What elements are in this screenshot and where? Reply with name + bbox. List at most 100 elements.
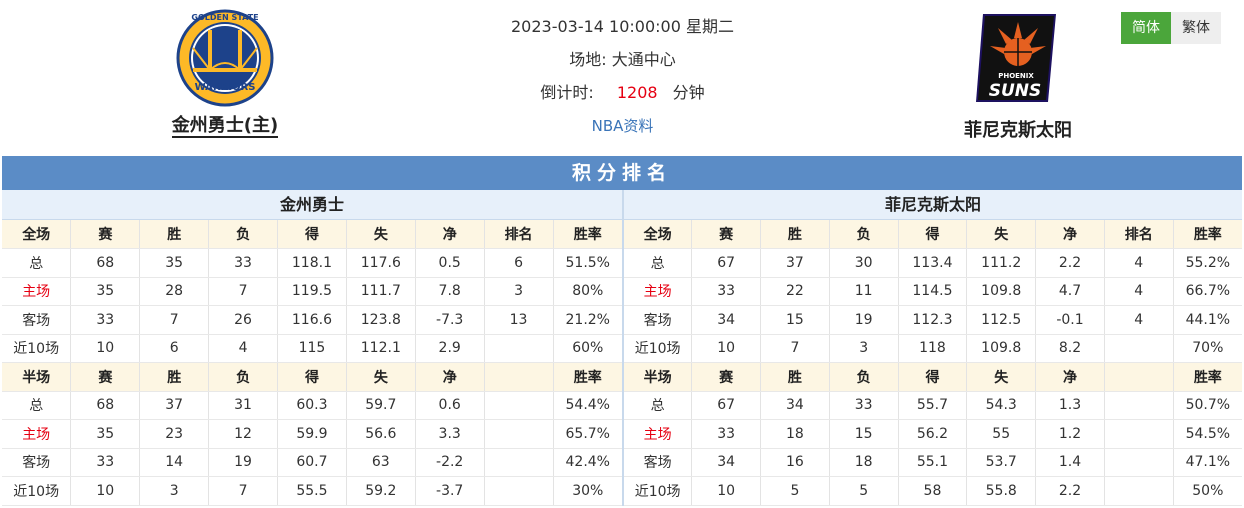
away-cell: 负 xyxy=(829,220,899,249)
home-table-row: 近10场 10 6 4 115 112.1 2.9 60% xyxy=(2,334,622,363)
home-cell: 近10场 xyxy=(2,334,72,363)
suns-logo-icon: PHOENIX SUNS xyxy=(976,14,1056,102)
home-cell: 51.5% xyxy=(553,248,622,278)
traditional-chinese-button[interactable]: 繁体 xyxy=(1171,12,1221,44)
home-table-row: 近10场 10 3 7 55.5 59.2 -3.7 30% xyxy=(2,476,622,506)
simplified-chinese-button[interactable]: 简体 xyxy=(1121,12,1171,44)
away-cell xyxy=(1104,476,1174,506)
home-cell: 净 xyxy=(415,220,485,249)
home-cell: 42.4% xyxy=(553,448,622,477)
home-cell: 23 xyxy=(139,419,210,449)
home-cell: 净 xyxy=(415,362,485,392)
away-cell: 净 xyxy=(1035,220,1105,249)
away-table-row: 近10场 10 7 3 118 109.8 8.2 70% xyxy=(623,334,1242,363)
away-cell: 70% xyxy=(1173,334,1242,363)
home-cell: 主场 xyxy=(2,277,72,306)
countdown-value: 1208 xyxy=(616,83,658,102)
home-cell: 19 xyxy=(208,448,278,477)
home-cell: 14 xyxy=(139,448,210,477)
home-cell: 得 xyxy=(277,220,347,249)
venue-value: 大通中心 xyxy=(611,50,676,69)
away-table-row: 客场 34 15 19 112.3 112.5 -0.1 4 44.1% xyxy=(623,305,1242,335)
home-cell: 胜率 xyxy=(553,220,622,249)
home-cell: 失 xyxy=(346,220,416,249)
home-table-row: 主场 35 23 12 59.9 56.6 3.3 65.7% xyxy=(2,419,622,449)
home-cell: 63 xyxy=(346,448,416,477)
away-cell: 118 xyxy=(898,334,968,363)
home-cell: 客场 xyxy=(2,305,72,335)
away-cell: 33 xyxy=(691,419,762,449)
home-cell: 118.1 xyxy=(277,248,347,278)
home-cell: 7 xyxy=(139,305,210,335)
home-cell: 7.8 xyxy=(415,277,485,306)
away-cell: 53.7 xyxy=(966,448,1037,477)
home-team-name[interactable]: 金州勇士(主) xyxy=(171,116,279,138)
away-cell: 22 xyxy=(760,277,830,306)
home-cell: 排名 xyxy=(484,220,554,249)
home-table-row: 总 68 37 31 60.3 59.7 0.6 54.4% xyxy=(2,391,622,420)
away-table-row: 主场 33 18 15 56.2 55 1.2 54.5% xyxy=(623,419,1242,449)
home-cell: 31 xyxy=(208,391,278,420)
away-cell: -0.1 xyxy=(1035,305,1105,335)
away-cell xyxy=(1104,419,1174,449)
home-table-row: 主场 35 28 7 119.5 111.7 7.8 3 80% xyxy=(2,277,622,306)
home-cell: 负 xyxy=(208,220,278,249)
away-team-block[interactable]: PHOENIX SUNS 菲尼克斯太阳 xyxy=(918,8,1118,142)
away-cell: 50.7% xyxy=(1173,391,1242,420)
home-cell xyxy=(484,419,554,449)
away-cell: 33 xyxy=(829,391,899,420)
away-cell: 4 xyxy=(1104,277,1174,306)
away-cell: 30 xyxy=(829,248,899,278)
away-cell: 1.4 xyxy=(1035,448,1105,477)
away-cell: 全场 xyxy=(623,220,693,249)
away-cell: 负 xyxy=(829,362,899,392)
away-cell: 112.5 xyxy=(966,305,1037,335)
home-cell: -2.2 xyxy=(415,448,485,477)
home-table-row: 客场 33 14 19 60.7 63 -2.2 42.4% xyxy=(2,448,622,477)
away-table-row: 总 67 34 33 55.7 54.3 1.3 50.7% xyxy=(623,391,1242,420)
home-cell: 37 xyxy=(139,391,210,420)
home-cell: 6 xyxy=(484,248,554,278)
away-cell: 排名 xyxy=(1104,220,1174,249)
away-cell: 总 xyxy=(623,248,693,278)
away-cell: 赛 xyxy=(691,220,762,249)
home-cell: 主场 xyxy=(2,419,72,449)
home-cell: 总 xyxy=(2,248,72,278)
away-cell: 客场 xyxy=(623,448,693,477)
home-cell: 全场 xyxy=(2,220,72,249)
away-cell: 109.8 xyxy=(966,334,1037,363)
home-team-block[interactable]: GOLDEN STATE WARRIORS 金州勇士(主) xyxy=(125,8,325,138)
away-team-name[interactable]: 菲尼克斯太阳 xyxy=(964,116,1072,142)
away-cell: 2.2 xyxy=(1035,476,1105,506)
away-cell: 10 xyxy=(691,334,762,363)
away-cell: 4 xyxy=(1104,248,1174,278)
home-cell: 35 xyxy=(139,248,210,278)
away-cell: 37 xyxy=(760,248,830,278)
home-cell xyxy=(484,476,554,506)
home-cell: 总 xyxy=(2,391,72,420)
away-cell: 18 xyxy=(760,419,830,449)
away-cell: 18 xyxy=(829,448,899,477)
away-cell: 胜率 xyxy=(1173,362,1242,392)
svg-text:PHOENIX: PHOENIX xyxy=(998,72,1034,80)
home-cell xyxy=(484,448,554,477)
away-cell: 得 xyxy=(898,220,968,249)
away-cell: 67 xyxy=(691,248,762,278)
away-cell: 近10场 xyxy=(623,334,693,363)
away-cell: 3 xyxy=(829,334,899,363)
home-cell: 111.7 xyxy=(346,277,416,306)
away-cell: 109.8 xyxy=(966,277,1037,306)
home-cell: 0.5 xyxy=(415,248,485,278)
language-switch: 简体 繁体 xyxy=(1121,12,1221,44)
away-cell: 失 xyxy=(966,362,1037,392)
away-cell: 胜率 xyxy=(1173,220,1242,249)
home-cell: 59.2 xyxy=(346,476,416,506)
home-cell: 13 xyxy=(484,305,554,335)
home-cell: 胜 xyxy=(139,220,210,249)
svg-text:WARRIORS: WARRIORS xyxy=(195,82,256,93)
home-cell xyxy=(484,362,554,392)
venue-label: 场地: xyxy=(569,50,607,69)
away-cell: 15 xyxy=(760,305,830,335)
away-cell: 16 xyxy=(760,448,830,477)
nba-info-link[interactable]: NBA资料 xyxy=(592,117,654,135)
